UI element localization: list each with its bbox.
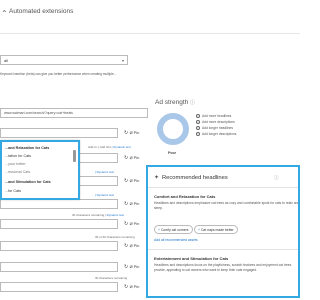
radio-circle-icon: [196, 114, 200, 118]
divider: [148, 249, 298, 250]
refresh-icon[interactable]: ↻ ⌀: [124, 155, 133, 161]
radio-circle-icon: [196, 132, 200, 136]
plus-icon: +: [198, 228, 200, 232]
add-headline-chip[interactable]: +Cat naps made better: [194, 225, 238, 234]
pin-button[interactable]: Pin: [134, 130, 140, 135]
headline-row-icons[interactable]: ↻ ⌀Pin: [124, 221, 139, 227]
pin-button[interactable]: Pin: [134, 264, 140, 269]
chevron-down-icon: ▾: [121, 58, 124, 63]
ad-strength-gauge: [157, 113, 189, 145]
theme-description: Headlines and descriptions focus on the …: [154, 263, 292, 272]
add-all-recommended-link[interactable]: Add all recommended assets: [154, 238, 198, 242]
headline-input[interactable]: [0, 241, 118, 251]
info-icon[interactable]: ⓘ: [274, 175, 279, 181]
dropdown-option[interactable]: ...essional Cats: [5, 170, 30, 174]
dropdown-option[interactable]: ...your better: [5, 162, 26, 166]
headline-row-icons[interactable]: ↻ ⌀Pin: [124, 243, 139, 249]
add-headline-chip[interactable]: +Comfy cat corners: [154, 225, 193, 234]
automated-extensions-header[interactable]: ⌃ Automated extensions: [0, 0, 300, 34]
plus-icon: +: [158, 228, 160, 232]
suggestion-item[interactable]: Add longer descriptions: [196, 131, 236, 137]
radio-circle-icon: [196, 120, 200, 124]
headline-meta[interactable]: | Dynamic text: [95, 170, 114, 174]
dynamic-text-link[interactable]: Dynamic text: [107, 213, 124, 217]
headline-input[interactable]: [0, 282, 118, 292]
refresh-icon[interactable]: ↻ ⌀: [124, 284, 133, 290]
headline-meta: 30 characters remaining: [95, 276, 128, 280]
headline-meta: 30 of 30 characters remaining: [95, 235, 135, 239]
keyword-insertion-hint: Keyword insertion (beta) can give you be…: [0, 72, 117, 76]
radio-circle-icon: [196, 126, 200, 130]
headline-suggestions-dropdown[interactable]: ...and Relaxation for Cats ...tation for…: [0, 140, 80, 200]
panel-title: Recommended headlines: [162, 175, 228, 181]
theme-title: Comfort and Relaxation for Cats: [154, 194, 216, 199]
pin-button[interactable]: Pin: [134, 284, 140, 289]
refresh-icon[interactable]: ↻ ⌀: [124, 221, 133, 227]
refresh-icon[interactable]: ↻ ⌀: [124, 130, 133, 136]
ad-strength-label: Ad strength: [155, 99, 189, 106]
dynamic-text-link[interactable]: Dynamic text: [113, 145, 130, 149]
headline-row-icons[interactable]: ↻ ⌀Pin: [124, 264, 139, 270]
ad-strength-suggestions: Add more headlines Add more descriptions…: [196, 113, 236, 137]
divider: [148, 187, 298, 188]
match-type-value: all: [4, 58, 9, 63]
section-title: Automated extensions: [9, 8, 74, 15]
headline-row-icons[interactable]: ↻ ⌀Pin: [124, 155, 139, 161]
ad-strength-rating: Poor: [168, 151, 176, 155]
refresh-icon[interactable]: ↻ ⌀: [124, 201, 133, 207]
headline-meta: 30 characters remaining | Dynamic text: [72, 213, 124, 217]
theme-description: Headlines and descriptions emphasize cat…: [154, 201, 300, 210]
headline-row-icons[interactable]: ↻ ⌀Pin: [124, 201, 139, 207]
headline-meta[interactable]: | Dynamic text: [95, 193, 114, 197]
theme-title: Entertainment and Stimulation for Cats: [154, 256, 229, 261]
dropdown-option[interactable]: ...and Stimulation for Cats: [5, 180, 51, 184]
headline-input[interactable]: [0, 199, 118, 209]
info-icon[interactable]: ⓘ: [190, 99, 195, 106]
pin-button[interactable]: Pin: [134, 243, 140, 248]
dropdown-option[interactable]: ...tation for Cats: [5, 154, 31, 158]
refresh-icon[interactable]: ↻ ⌀: [124, 264, 133, 270]
headline-row-icons[interactable]: ↻ ⌀Pin: [124, 284, 139, 290]
recommended-headlines-panel: ✦ Recommended headlines ⓘ Comfort and Re…: [146, 165, 300, 298]
dynamic-text-link[interactable]: | Dynamic text: [95, 193, 114, 197]
headline-row-icons[interactable]: ↻ ⌀Pin: [124, 130, 139, 136]
headline-input[interactable]: [0, 219, 118, 229]
chevron-up-icon[interactable]: ⌃: [1, 9, 8, 18]
final-url-input[interactable]: www.walmart.com/search/?query=cat+treats: [0, 108, 148, 118]
headline-input[interactable]: [0, 262, 118, 272]
sparkle-icon: ✦: [154, 175, 160, 181]
dropdown-option[interactable]: ...for Cats: [5, 189, 21, 193]
headline-input[interactable]: [0, 128, 118, 138]
refresh-icon[interactable]: ↻ ⌀: [124, 178, 133, 184]
match-type-select[interactable]: all ▾: [0, 55, 128, 65]
dropdown-scrollbar[interactable]: [73, 150, 76, 162]
final-url-value: www.walmart.com/search/?query=cat+treats: [4, 111, 73, 115]
dynamic-text-link[interactable]: | Dynamic text: [95, 170, 114, 174]
pin-button[interactable]: Pin: [134, 221, 140, 226]
pin-button[interactable]: Pin: [134, 155, 140, 160]
pin-button[interactable]: Pin: [134, 178, 140, 183]
pin-button[interactable]: Pin: [134, 201, 140, 206]
headline-meta: Add to: | Add hint | Dynamic text: [88, 145, 131, 149]
headline-row-icons[interactable]: ↻ ⌀Pin: [124, 178, 139, 184]
dropdown-option[interactable]: ...and Relaxation for Cats: [5, 146, 49, 150]
refresh-icon[interactable]: ↻ ⌀: [124, 243, 133, 249]
